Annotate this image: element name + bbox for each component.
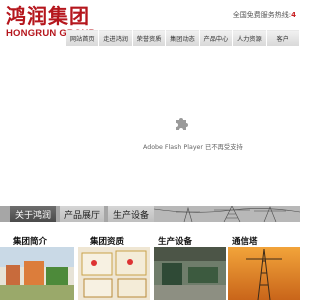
flash-banner-area: Adobe Flash Player 已不再受支持 [0, 46, 300, 206]
tower-photo-strip [154, 206, 300, 222]
workshop-image [154, 247, 226, 300]
nav-item-home[interactable]: 网站首页 [66, 30, 99, 46]
hotline-text: 全国免费服务热线:4 [233, 10, 296, 20]
nav-item-about[interactable]: 走进鸿润 [99, 30, 132, 46]
hotline-number: 4 [291, 11, 296, 19]
nav-item-products[interactable]: 产品中心 [199, 30, 233, 46]
section-title-intro[interactable]: 集团简介 [13, 235, 47, 247]
tab-showroom[interactable]: 产品展厅 [60, 206, 104, 222]
nav-item-hr[interactable]: 人力资源 [233, 30, 266, 46]
nav-item-news[interactable]: 集团动态 [166, 30, 199, 46]
puzzle-plugin-icon [176, 118, 188, 130]
thumbnail-equipment[interactable] [154, 247, 226, 300]
hotline-label: 全国免费服务热线: [232, 11, 292, 19]
section-title-tower[interactable]: 通信塔 [232, 235, 258, 247]
thumbnail-group-intro[interactable] [0, 247, 74, 300]
certificates-image [78, 247, 150, 300]
section-title-qualifications[interactable]: 集团资质 [90, 235, 124, 247]
logo-chinese-name[interactable]: 鸿润集团 [6, 5, 90, 27]
main-nav: 网站首页 走进鸿润 荣誉资质 集团动态 产品中心 人力资源 客户 [66, 30, 300, 46]
thumbnail-qualifications[interactable] [78, 247, 150, 300]
factory-buildings-image [0, 247, 74, 300]
nav-item-clients[interactable]: 客户 [266, 30, 299, 46]
tab-equipment[interactable]: 生产设备 [108, 206, 154, 222]
flash-unsupported-message: Adobe Flash Player 已不再受支持 [143, 144, 243, 151]
nav-item-honors[interactable]: 荣誉资质 [132, 30, 166, 46]
telecom-tower-image [228, 247, 300, 300]
thumbnail-tower[interactable] [228, 247, 300, 300]
power-tower-image [154, 206, 300, 222]
tab-about[interactable]: 关于鸿润 [10, 206, 56, 222]
section-title-equipment[interactable]: 生产设备 [158, 235, 192, 247]
